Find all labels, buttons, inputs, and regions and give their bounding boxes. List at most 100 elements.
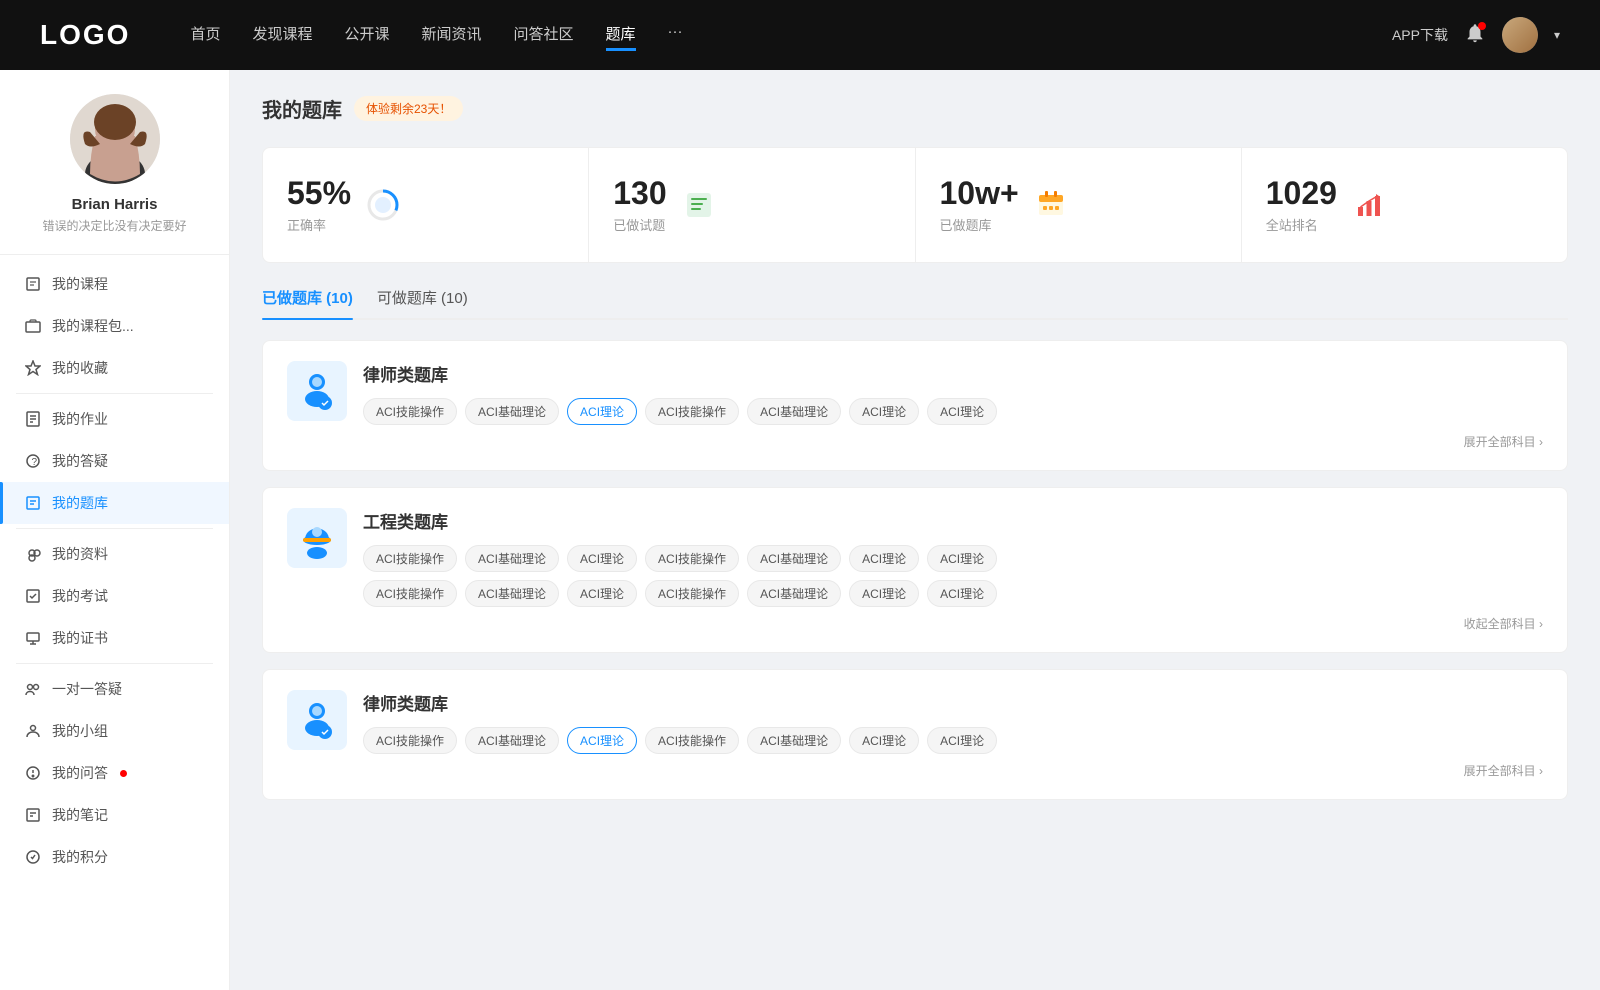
nav-discover[interactable]: 发现课程: [252, 19, 312, 51]
qbank-tag[interactable]: ACI理论: [927, 580, 997, 607]
sidebar-item-material[interactable]: 我的资料: [0, 533, 229, 575]
qbank-tag[interactable]: ACI基础理论: [747, 398, 841, 425]
qbank-tag[interactable]: ACI技能操作: [645, 545, 739, 572]
qbank-expand-2[interactable]: 收起全部科目 ›: [287, 615, 1543, 632]
qbank-expand-3[interactable]: 展开全部科目 ›: [287, 762, 1543, 779]
sidebar-item-group[interactable]: 我的小组: [0, 710, 229, 752]
qbank-tag[interactable]: ACI基础理论: [747, 580, 841, 607]
nav-qbank[interactable]: 题库: [606, 19, 636, 51]
nav-links: 首页 发现课程 公开课 新闻资讯 问答社区 题库 ···: [190, 19, 1392, 51]
tab-done[interactable]: 已做题库 (10): [262, 287, 353, 318]
lawyer-svg-1: [295, 369, 339, 413]
stat-done-banks-number: 10w+: [940, 176, 1019, 211]
sidebar-label-package: 我的课程包...: [52, 316, 134, 336]
qbank-tag[interactable]: ACI理论: [927, 545, 997, 572]
qbank-icon: [24, 494, 42, 512]
sidebar-menu: 我的课程 我的课程包... 我的收藏: [0, 255, 229, 886]
engineer-svg: [295, 516, 339, 560]
qbank-tag[interactable]: ACI理论: [849, 545, 919, 572]
qbank-tag-active[interactable]: ACI理论: [567, 398, 637, 425]
tab-available[interactable]: 可做题库 (10): [377, 287, 468, 318]
chart-icon: [1351, 187, 1387, 223]
qbank-tag[interactable]: ACI基础理论: [465, 727, 559, 754]
qbank-tag[interactable]: ACI技能操作: [363, 580, 457, 607]
qbank-tag[interactable]: ACI理论: [567, 580, 637, 607]
qbank-tag[interactable]: ACI理论: [849, 398, 919, 425]
qbank-tag[interactable]: ACI技能操作: [363, 727, 457, 754]
calendar-icon: [1033, 187, 1069, 223]
qbank-tag[interactable]: ACI理论: [927, 398, 997, 425]
stat-accuracy: 55% 正确率: [263, 148, 589, 262]
qbank-tag[interactable]: ACI理论: [567, 545, 637, 572]
qbank-tag[interactable]: ACI理论: [849, 727, 919, 754]
main-content: 我的题库 体验剩余23天！ 55% 正确率: [230, 70, 1600, 990]
nav-right-actions: APP下载 ▾: [1392, 17, 1560, 53]
qbank-tag[interactable]: ACI基础理论: [747, 727, 841, 754]
sidebar-label-qbank: 我的题库: [52, 493, 108, 513]
qbank-tags-2: ACI技能操作 ACI基础理论 ACI理论 ACI技能操作 ACI基础理论 AC…: [363, 545, 1543, 572]
qbank-tag-active[interactable]: ACI理论: [567, 727, 637, 754]
qbank-expand-1[interactable]: 展开全部科目 ›: [287, 433, 1543, 450]
qbank-card-engineer: 工程类题库 ACI技能操作 ACI基础理论 ACI理论 ACI技能操作 ACI基…: [262, 487, 1568, 653]
bell-notification-dot: [1478, 22, 1486, 30]
qbank-tag[interactable]: ACI技能操作: [645, 580, 739, 607]
sidebar-label-cert: 我的证书: [52, 628, 108, 648]
sidebar-item-cert[interactable]: 我的证书: [0, 617, 229, 659]
page-title: 我的题库: [262, 94, 342, 123]
sidebar-label-qa: 我的答疑: [52, 451, 108, 471]
material-icon: [24, 545, 42, 563]
qbank-tag[interactable]: ACI基础理论: [465, 580, 559, 607]
page-title-row: 我的题库 体验剩余23天！: [262, 94, 1568, 123]
sidebar-label-material: 我的资料: [52, 544, 108, 564]
qbank-title-1: 律师类题库: [363, 361, 1543, 386]
sidebar-divider-1: [16, 393, 213, 394]
qbank-tag[interactable]: ACI理论: [849, 580, 919, 607]
group-icon: [24, 722, 42, 740]
avatar-dropdown-arrow[interactable]: ▾: [1554, 28, 1560, 42]
qbank-header-2: 工程类题库 ACI技能操作 ACI基础理论 ACI理论 ACI技能操作 ACI基…: [287, 508, 1543, 607]
sidebar-label-favorites: 我的收藏: [52, 358, 108, 378]
qbank-header-1: 律师类题库 ACI技能操作 ACI基础理论 ACI理论 ACI技能操作 ACI基…: [287, 361, 1543, 425]
nav-more[interactable]: ···: [668, 19, 683, 51]
stat-done-questions-number: 130: [613, 176, 666, 211]
qbank-tag[interactable]: ACI理论: [927, 727, 997, 754]
sidebar-item-course[interactable]: 我的课程: [0, 263, 229, 305]
stat-accuracy-number: 55%: [287, 176, 351, 211]
nav-qa[interactable]: 问答社区: [514, 19, 574, 51]
qbank-tag[interactable]: ACI技能操作: [363, 398, 457, 425]
nav-news[interactable]: 新闻资讯: [422, 19, 482, 51]
sidebar-label-exam: 我的考试: [52, 586, 108, 606]
sidebar-label-points: 我的积分: [52, 847, 108, 867]
qbank-tag[interactable]: ACI技能操作: [363, 545, 457, 572]
user-avatar[interactable]: [1502, 17, 1538, 53]
avatar-image: [70, 94, 160, 184]
qbank-tag[interactable]: ACI基础理论: [465, 545, 559, 572]
qbank-tag[interactable]: ACI技能操作: [645, 727, 739, 754]
stat-ranking-number: 1029: [1266, 176, 1337, 211]
nav-home[interactable]: 首页: [190, 19, 220, 51]
notification-bell[interactable]: [1464, 22, 1486, 49]
sidebar-item-package[interactable]: 我的课程包...: [0, 305, 229, 347]
qbank-tag[interactable]: ACI基础理论: [747, 545, 841, 572]
sidebar-item-favorites[interactable]: 我的收藏: [0, 347, 229, 389]
app-download-link[interactable]: APP下载: [1392, 25, 1448, 45]
nav-open-course[interactable]: 公开课: [344, 19, 389, 51]
qbank-icon-lawyer-2: [287, 690, 347, 750]
qbank-tag[interactable]: ACI基础理论: [465, 398, 559, 425]
sidebar-item-qbank[interactable]: 我的题库: [0, 482, 229, 524]
qbank-info-3: 律师类题库 ACI技能操作 ACI基础理论 ACI理论 ACI技能操作 ACI基…: [363, 690, 1543, 754]
sidebar-item-exam[interactable]: 我的考试: [0, 575, 229, 617]
sidebar-label-course: 我的课程: [52, 274, 108, 294]
sidebar-item-myqa[interactable]: 我的问答: [0, 752, 229, 794]
sidebar-item-homework[interactable]: 我的作业: [0, 398, 229, 440]
sidebar-item-points[interactable]: 我的积分: [0, 836, 229, 878]
sidebar-label-homework: 我的作业: [52, 409, 108, 429]
sidebar: Brian Harris 错误的决定比没有决定要好 我的课程 我的课程包...: [0, 70, 230, 990]
qbank-tag[interactable]: ACI技能操作: [645, 398, 739, 425]
sidebar-item-one-one[interactable]: 一对一答疑: [0, 668, 229, 710]
myqa-icon: [24, 764, 42, 782]
sidebar-item-qa[interactable]: ? 我的答疑: [0, 440, 229, 482]
note-icon: [24, 806, 42, 824]
sidebar-item-notes[interactable]: 我的笔记: [0, 794, 229, 836]
stat-done-questions-label: 已做试题: [613, 215, 666, 234]
